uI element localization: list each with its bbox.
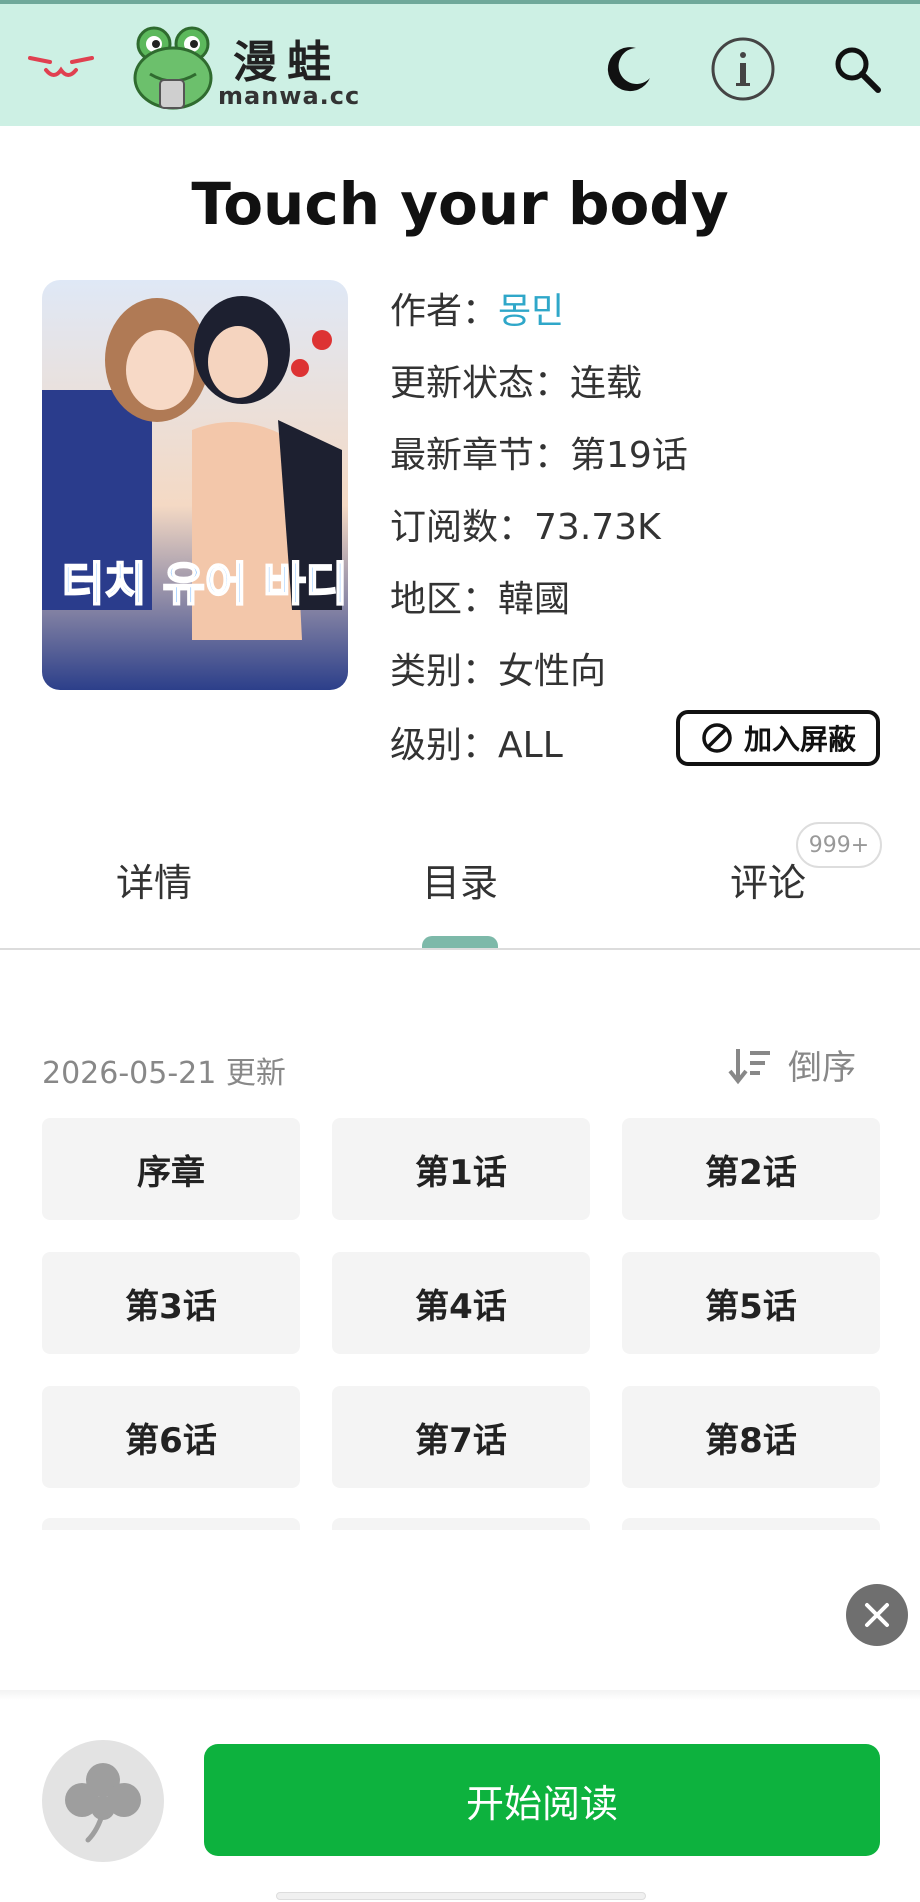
author-link[interactable]: 몽민 [498, 291, 564, 332]
sort-label: 倒序 [788, 1048, 856, 1088]
info-label: 最新章节： [390, 435, 571, 476]
tab-divider [0, 948, 920, 950]
cover-text: 터치 유어 바디 [62, 557, 348, 611]
chapter-item-partial[interactable] [332, 1518, 590, 1530]
tab-details[interactable]: 详情 [116, 852, 192, 907]
chapter-item[interactable]: 第7话 [332, 1386, 590, 1488]
info-latest-chapter: 最新章节：第19话 [390, 426, 688, 478]
bottom-bar-shadow [0, 1690, 920, 1700]
comments-count-badge: 999+ [796, 822, 882, 868]
moon-icon[interactable] [594, 34, 664, 104]
info-label: 类别： [390, 651, 499, 692]
chapter-item[interactable]: 第6话 [42, 1386, 300, 1488]
info-label: 作者： [390, 291, 499, 332]
logo-title: 漫蛙 [233, 37, 341, 88]
info-value: 韓國 [498, 579, 571, 620]
chapter-item[interactable]: 第3话 [42, 1252, 300, 1354]
chapter-item[interactable]: 第2话 [622, 1118, 880, 1220]
logo[interactable]: 漫蛙 manwa.cc [130, 22, 370, 114]
info-category: 类别：女性向 [390, 642, 606, 694]
info-value: 73.73K [534, 507, 661, 548]
tab-comments[interactable]: 评论 [730, 852, 806, 907]
info-value: 第19话 [570, 435, 688, 476]
home-indicator [276, 1892, 646, 1900]
sort-desc-icon [728, 1048, 770, 1084]
info-label: 地区： [390, 579, 499, 620]
block-label: 加入屏蔽 [743, 723, 856, 756]
info-value: 女性向 [498, 651, 607, 692]
info-value: ALL [498, 725, 563, 766]
menu-icon[interactable] [26, 44, 96, 88]
info-author: 作者：몽민 [390, 282, 564, 334]
block-button[interactable]: 加入屏蔽 [676, 710, 880, 766]
info-icon[interactable] [708, 34, 778, 104]
clover-icon [65, 1763, 141, 1843]
info-label: 级别： [390, 725, 499, 766]
info-status: 更新状态：连载 [390, 354, 642, 406]
avatar[interactable] [42, 1740, 164, 1862]
close-icon[interactable] [846, 1584, 908, 1646]
start-reading-button[interactable]: 开始阅读 [204, 1744, 880, 1856]
chapter-item[interactable]: 第4话 [332, 1252, 590, 1354]
chapter-item[interactable]: 第1话 [332, 1118, 590, 1220]
frog-logo-icon [133, 26, 213, 110]
info-region: 地区：韓國 [390, 570, 570, 622]
search-icon[interactable] [822, 34, 892, 104]
block-icon [702, 723, 732, 753]
logo-subtitle: manwa.cc [218, 82, 361, 110]
info-label: 订阅数： [390, 507, 535, 548]
cover-image[interactable]: 터치 유어 바디 [42, 280, 348, 690]
chapter-item-partial[interactable] [42, 1518, 300, 1530]
info-rating: 级别：ALL [390, 716, 563, 768]
app-header: 漫蛙 manwa.cc [0, 4, 920, 126]
tab-catalog[interactable]: 目录 [422, 852, 498, 907]
info-label: 更新状态： [390, 363, 571, 404]
chapter-item[interactable]: 序章 [42, 1118, 300, 1220]
info-value: 连载 [570, 363, 643, 404]
book-title: Touch your body [191, 170, 729, 238]
chapter-item[interactable]: 第5话 [622, 1252, 880, 1354]
chapter-item-partial[interactable] [622, 1518, 880, 1530]
chapter-item[interactable]: 第8话 [622, 1386, 880, 1488]
update-date: 2026-05-21 更新 [42, 1056, 286, 1091]
sort-button[interactable]: 倒序 [728, 1040, 856, 1089]
info-subscribers: 订阅数：73.73K [390, 498, 661, 550]
